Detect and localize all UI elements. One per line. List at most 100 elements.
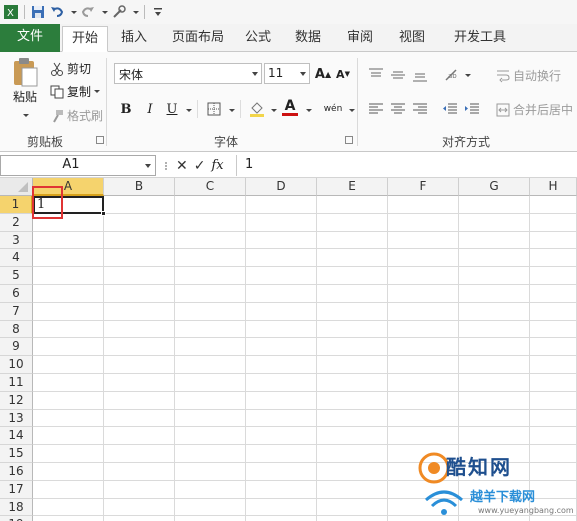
customize-icon[interactable] <box>150 4 166 20</box>
clipboard-group-label: 剪贴板 <box>27 135 64 149</box>
italic-button[interactable]: I <box>141 100 159 118</box>
undo-icon[interactable] <box>49 4 65 20</box>
row-header-5[interactable]: 5 <box>0 267 33 285</box>
fill-handle[interactable] <box>101 211 106 216</box>
clipboard-launcher-icon[interactable] <box>96 136 104 144</box>
tab-view[interactable]: 视图 <box>392 26 432 52</box>
tab-page-layout[interactable]: 页面布局 <box>164 26 232 52</box>
orientation-dropdown-icon[interactable] <box>465 74 471 77</box>
underline-button[interactable]: U <box>163 100 181 118</box>
font-color-dropdown-icon[interactable] <box>306 109 312 112</box>
cut-button[interactable]: 剪切 <box>50 60 91 77</box>
tab-file[interactable]: 文件 <box>0 24 60 52</box>
paste-button[interactable]: 粘贴 <box>8 56 42 105</box>
redo-icon[interactable] <box>80 4 96 20</box>
phonetic-button[interactable]: wén <box>320 100 346 118</box>
row-header-9[interactable]: 9 <box>0 338 33 357</box>
copy-label: 复制 <box>67 85 92 99</box>
row-header-18[interactable]: 18 <box>0 498 33 517</box>
phonetic-icon: wén <box>323 104 343 114</box>
tab-review[interactable]: 审阅 <box>340 26 380 52</box>
column-header-b[interactable]: B <box>104 178 175 196</box>
row-gridline <box>33 266 577 268</box>
row-header-19[interactable]: 19 <box>0 516 33 521</box>
paste-dropdown-icon[interactable] <box>23 114 29 117</box>
group-separator <box>357 58 358 146</box>
tools-icon[interactable] <box>111 4 127 20</box>
row-header-16[interactable]: 16 <box>0 463 33 481</box>
fill-color-dropdown-icon[interactable] <box>271 109 277 112</box>
row-header-15[interactable]: 15 <box>0 445 33 463</box>
shrink-font-button[interactable]: A ▼ <box>334 65 352 83</box>
column-header-h[interactable]: H <box>530 178 577 196</box>
insert-function-icon[interactable]: fx <box>211 158 223 173</box>
column-header-f[interactable]: F <box>388 178 459 196</box>
name-box[interactable]: A1 <box>0 155 156 176</box>
borders-dropdown-icon[interactable] <box>229 109 235 112</box>
wrap-text-button[interactable]: 自动换行 <box>496 67 561 84</box>
row-header-12[interactable]: 12 <box>0 391 33 410</box>
copy-button[interactable]: 复制 <box>50 83 101 100</box>
chevron-down-icon <box>145 164 151 168</box>
row-gridline <box>33 248 577 250</box>
row-header-17[interactable]: 17 <box>0 480 33 499</box>
tools-dropdown-icon[interactable] <box>133 10 139 14</box>
column-header-e[interactable]: E <box>317 178 388 196</box>
resize-handle-icon[interactable] <box>162 159 170 173</box>
font-name-select[interactable]: 宋体 <box>114 63 262 84</box>
fill-color-button[interactable] <box>248 100 266 118</box>
row-header-7[interactable]: 7 <box>0 302 33 321</box>
phonetic-dropdown-icon[interactable] <box>349 109 355 112</box>
tab-developer[interactable]: 开发工具 <box>446 26 514 52</box>
row-header-8[interactable]: 8 <box>0 320 33 339</box>
font-color-button[interactable]: A <box>281 98 299 116</box>
bold-button[interactable]: B <box>117 100 135 118</box>
orientation-button[interactable]: ab <box>443 66 461 84</box>
tab-home[interactable]: 开始 <box>62 26 108 52</box>
save-icon[interactable] <box>30 4 46 20</box>
row-gridline <box>33 319 577 321</box>
row-header-6[interactable]: 6 <box>0 285 33 303</box>
row-header-3[interactable]: 3 <box>0 231 33 250</box>
borders-button[interactable] <box>205 100 223 118</box>
column-gridline <box>103 196 104 521</box>
align-right-button[interactable] <box>411 100 429 118</box>
align-left-button[interactable] <box>367 100 385 118</box>
row-header-14[interactable]: 14 <box>0 427 33 446</box>
redo-dropdown-icon[interactable] <box>102 10 108 14</box>
row-header-1[interactable]: 1 <box>0 196 33 214</box>
increase-indent-button[interactable] <box>463 100 481 118</box>
align-bottom-button[interactable] <box>411 66 429 84</box>
tab-data[interactable]: 数据 <box>288 26 328 52</box>
decrease-indent-button[interactable] <box>441 100 459 118</box>
cancel-icon[interactable]: ✕ <box>176 158 188 174</box>
column-header-c[interactable]: C <box>175 178 246 196</box>
row-header-2[interactable]: 2 <box>0 213 33 232</box>
scissors-icon <box>51 62 63 76</box>
align-center-button[interactable] <box>389 100 407 118</box>
grow-font-button[interactable]: A ▲ <box>314 65 332 83</box>
font-launcher-icon[interactable] <box>345 136 353 144</box>
row-header-11[interactable]: 11 <box>0 374 33 392</box>
row-header-4[interactable]: 4 <box>0 249 33 268</box>
column-header-g[interactable]: G <box>459 178 530 196</box>
tab-formulas[interactable]: 公式 <box>238 26 278 52</box>
format-painter-label: 格式刷 <box>67 109 104 123</box>
enter-icon[interactable]: ✓ <box>194 158 206 174</box>
row-header-13[interactable]: 13 <box>0 409 33 428</box>
underline-dropdown-icon[interactable] <box>186 109 192 112</box>
merge-center-button[interactable]: 合并后居中 <box>496 101 573 118</box>
align-top-button[interactable] <box>367 66 385 84</box>
format-painter-button[interactable]: 格式刷 <box>50 107 103 124</box>
row-header-10[interactable]: 10 <box>0 356 33 374</box>
font-size-select[interactable]: 11 <box>264 63 310 84</box>
formula-input[interactable]: 1 <box>236 155 577 176</box>
column-gridline <box>316 196 317 521</box>
row-gridline <box>33 390 577 392</box>
undo-dropdown-icon[interactable] <box>71 10 77 14</box>
copy-dropdown-icon[interactable] <box>94 90 101 93</box>
select-all-corner[interactable] <box>0 178 33 196</box>
align-middle-button[interactable] <box>389 66 407 84</box>
column-header-d[interactable]: D <box>246 178 317 196</box>
tab-insert[interactable]: 插入 <box>114 26 154 52</box>
